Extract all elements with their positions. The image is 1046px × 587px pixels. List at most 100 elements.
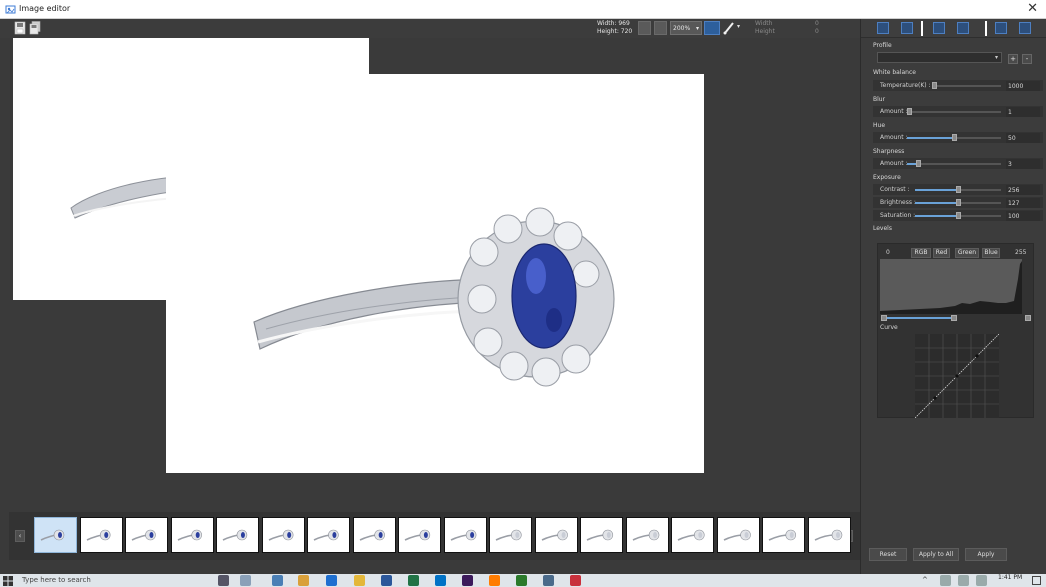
sharpness-value[interactable]: 3 [1006,159,1040,169]
profile-select[interactable]: ▾ [877,52,1002,63]
redo-icon[interactable] [1019,22,1031,34]
premiere-icon[interactable] [462,575,473,586]
wifi-icon[interactable] [940,575,951,586]
thumbnail-item[interactable] [125,517,168,553]
calculator-icon[interactable] [543,575,554,586]
slider-track[interactable] [907,163,1001,165]
thumbnail-ring-image [86,529,111,541]
brush-icon[interactable] [722,21,736,35]
thumbnail-ring-stone [606,532,611,538]
apply-to-all-button[interactable]: Apply to All [913,548,959,561]
taskbar-clock[interactable]: 1:41 PM [998,574,1022,581]
thumbnail-item[interactable] [307,517,350,553]
volume-icon[interactable] [958,575,969,586]
saturation-value[interactable]: 100 [1006,211,1040,221]
save-icon[interactable] [14,21,26,35]
color-swatch[interactable] [704,21,720,35]
zoom-in-button[interactable] [654,21,667,35]
slider-knob[interactable] [907,108,912,115]
slider-knob[interactable] [956,212,961,219]
levels-tab-rgb[interactable]: RGB [911,248,931,258]
thumbnail-item[interactable] [34,517,77,553]
levels-tab-red[interactable]: Red [933,248,950,258]
zoom-select[interactable]: 200% ▾ [670,21,702,35]
thumbnail-ring-image [177,529,202,541]
edge-icon[interactable] [326,575,337,586]
slider-track[interactable] [907,111,1001,113]
thumbnail-item[interactable] [534,517,578,553]
thumbnail-item[interactable] [79,517,123,553]
levels-tab-blue[interactable]: Blue [982,248,1000,258]
hue-value[interactable]: 50 [1006,133,1040,143]
curve-editor[interactable] [914,333,1000,419]
contrast-value[interactable]: 256 [1006,185,1040,195]
thumbnail-ring-stone [423,532,428,538]
thumbnail-item[interactable] [352,517,396,553]
slider-knob[interactable] [956,199,961,206]
thumbnail-ring-stone [195,532,200,538]
zoom-out-button[interactable] [638,21,651,35]
levels-heading: Levels [873,225,892,232]
slider-knob[interactable] [952,134,957,141]
levels-gray-handle[interactable] [951,315,957,321]
image-editor-taskbar-icon[interactable] [240,575,251,586]
thumbnail-item[interactable] [489,517,532,553]
thumbnail-item[interactable] [216,517,259,553]
blur-value[interactable]: 1 [1006,107,1040,117]
remove-profile-button[interactable]: - [1022,54,1032,64]
levels-tab-green[interactable]: Green [955,248,979,258]
outlook-icon[interactable] [435,575,446,586]
apply-button[interactable]: Apply [965,548,1007,561]
chrome-icon[interactable] [298,575,309,586]
rotate-icon[interactable] [901,22,913,34]
thumbnail-prev-button[interactable]: ‹ [15,530,25,542]
levels-white-handle[interactable] [1025,315,1031,321]
thumbnail-item[interactable] [671,517,714,553]
thumbnail-item[interactable] [580,517,623,553]
levels-black-handle[interactable] [881,315,887,321]
acrobat-icon[interactable] [570,575,581,586]
slider-knob[interactable] [956,186,961,193]
slider-knob[interactable] [916,160,921,167]
hue-heading: Hue [873,122,886,129]
temperature-value[interactable]: 1000 [1006,81,1040,91]
temperature-label: Temperature(K) : [880,82,931,89]
reset-button[interactable]: Reset [869,548,907,561]
taskbar-search-input[interactable]: Type here to search [22,576,91,584]
flip-icon[interactable] [933,22,945,34]
excel-icon[interactable] [408,575,419,586]
resize-icon[interactable] [957,22,969,34]
notifications-icon[interactable] [1032,576,1041,585]
tray-chevron-icon[interactable]: ^ [922,576,928,584]
thumbnail-item[interactable] [762,517,805,553]
thumbnail-item[interactable] [625,517,669,553]
keyboard-icon[interactable] [976,575,987,586]
word-icon[interactable] [381,575,392,586]
thumbnail-item[interactable] [716,517,760,553]
illustrator-icon[interactable] [489,575,500,586]
task-view-icon[interactable] [218,575,229,586]
thumbnail-item[interactable] [807,517,851,553]
undo-icon[interactable] [995,22,1007,34]
windows-start-icon[interactable] [3,576,13,586]
thumbnail-item[interactable] [398,517,441,553]
brightness-value[interactable]: 127 [1006,198,1040,208]
network-app-icon[interactable] [272,575,283,586]
main-toolbar: Width: 969 Height: 720 200% ▾ ▾ Width He… [0,19,860,38]
crop-icon[interactable] [877,22,889,34]
window-title: Image editor [19,4,71,13]
thumbnail-item[interactable] [443,517,487,553]
dreamweaver-icon[interactable] [516,575,527,586]
add-profile-button[interactable]: + [1008,54,1018,64]
thumbnail-item[interactable] [261,517,305,553]
thumbnail-item[interactable] [170,517,214,553]
levels-range-bar[interactable] [883,317,953,319]
close-icon[interactable]: ✕ [1027,1,1038,17]
slider-track[interactable] [933,85,1001,87]
file-explorer-icon[interactable] [354,575,365,586]
chevron-down-icon[interactable]: ▾ [737,23,740,30]
thumbnail-ring-image [586,529,614,541]
save-all-icon[interactable] [29,21,41,35]
adjustments-panel: Profile ▾ + - White balance Temperature(… [860,19,1046,574]
slider-knob[interactable] [932,82,937,89]
